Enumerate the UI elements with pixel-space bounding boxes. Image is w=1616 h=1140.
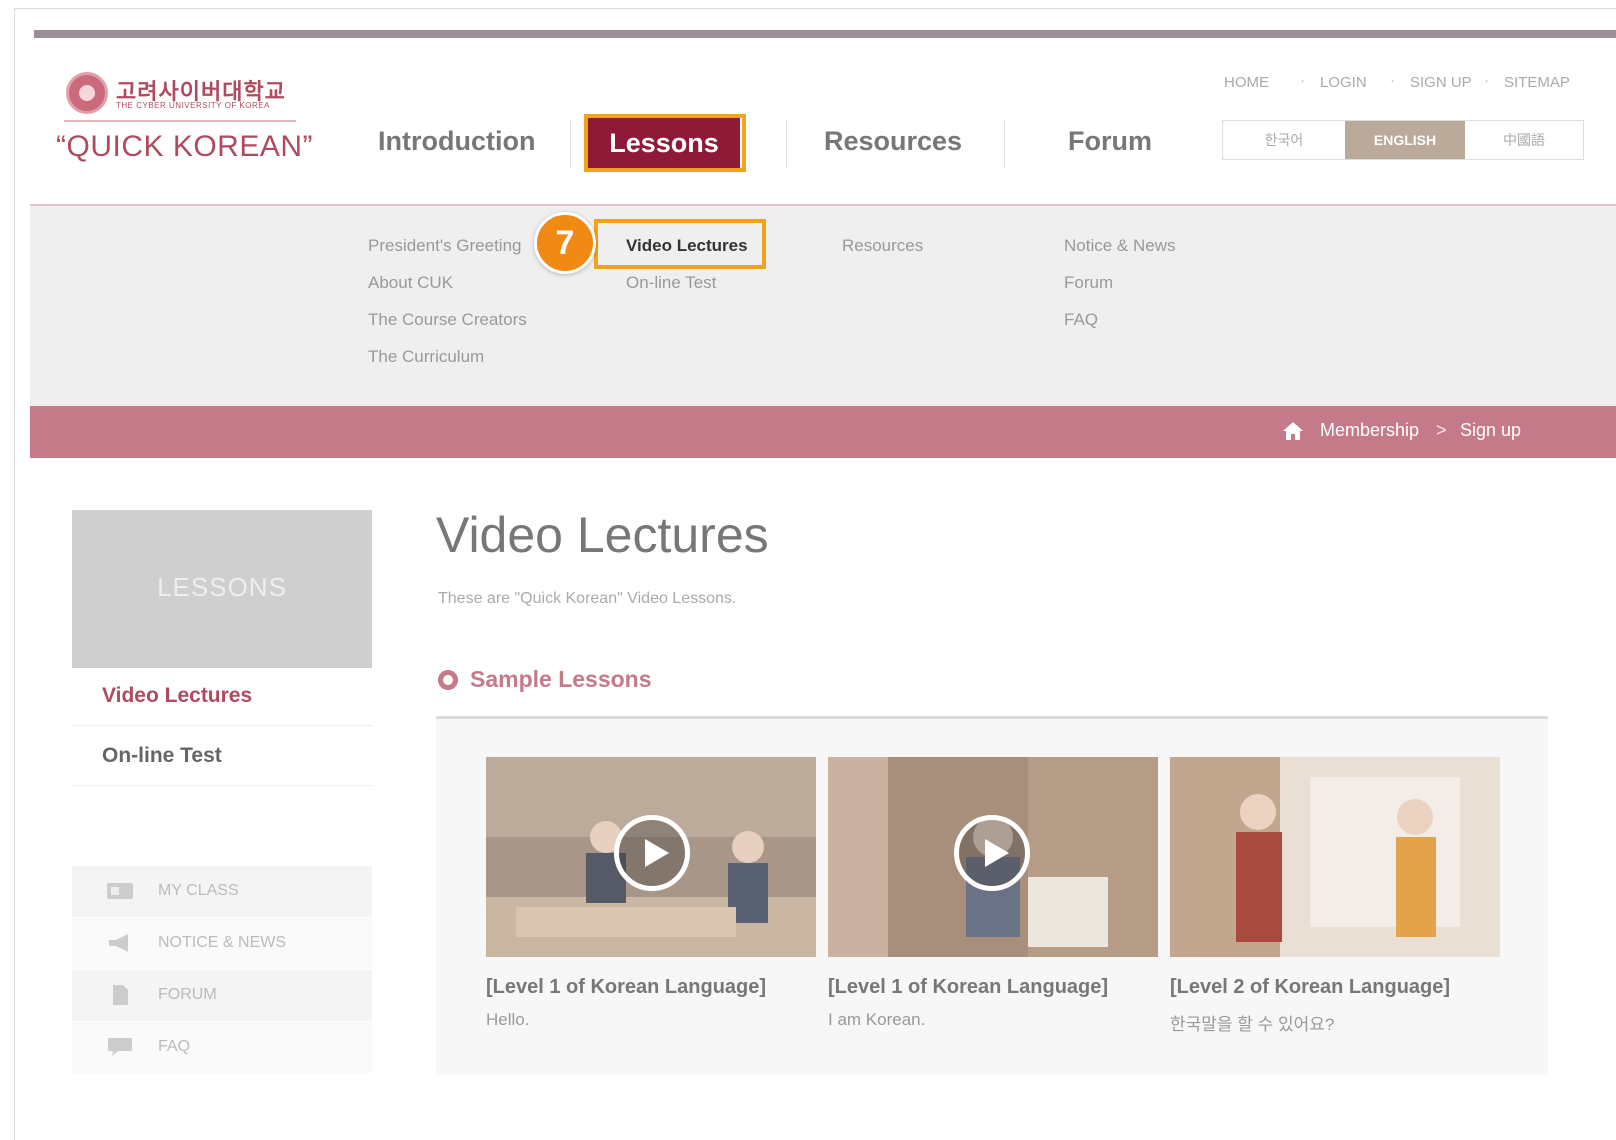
page-title: Video Lectures — [436, 507, 769, 563]
util-separator: · — [1484, 72, 1489, 89]
video-title-1[interactable]: [Level 1 of Korean Language] — [486, 976, 766, 999]
breadcrumb-separator: > — [1436, 420, 1447, 440]
submenu-resources[interactable]: Resources — [842, 236, 923, 256]
lang-english[interactable]: ENGLISH — [1345, 121, 1465, 159]
quick-links-list: MY CLASS NOTICE & NEWS FORUM FAQ — [72, 866, 372, 1074]
breadcrumb-current: Sign up — [1460, 420, 1522, 440]
sidebar-item-video-lectures[interactable]: Video Lectures — [72, 666, 372, 726]
quick-link-label: FORUM — [158, 986, 217, 1003]
logo-divider — [64, 120, 296, 122]
nav-forum[interactable]: Forum — [1068, 126, 1152, 157]
highlight-box-lessons — [584, 114, 746, 172]
video-thumbnail-image — [1170, 757, 1500, 957]
util-link-login[interactable]: LOGIN — [1320, 74, 1367, 91]
page-description: These are "Quick Korean" Video Lessons. — [438, 590, 737, 607]
submenu-presidents-greeting[interactable]: President's Greeting — [368, 236, 522, 256]
video-title-3[interactable]: [Level 2 of Korean Language] — [1170, 976, 1450, 999]
util-link-home[interactable]: HOME — [1224, 74, 1269, 91]
step-number-badge: 7 — [534, 212, 596, 274]
top-accent-bar — [34, 30, 1616, 38]
language-switcher: 한국어 ENGLISH 中國語 — [1222, 120, 1584, 160]
submenu-forum[interactable]: Forum — [1064, 273, 1113, 293]
section-title: Sample Lessons — [470, 666, 652, 692]
quick-link-label: NOTICE & NEWS — [158, 934, 287, 951]
nav-separator — [786, 120, 787, 168]
quick-link-notice-news[interactable]: NOTICE & NEWS — [72, 918, 372, 970]
quick-link-label: MY CLASS — [158, 882, 239, 899]
play-button-icon[interactable] — [954, 815, 1030, 891]
nav-separator — [570, 120, 571, 168]
submenu-faq[interactable]: FAQ — [1064, 310, 1098, 330]
nav-separator — [1004, 120, 1005, 168]
submenu-course-creators[interactable]: The Course Creators — [368, 310, 527, 330]
class-icon — [107, 883, 133, 899]
video-subtitle-1: Hello. — [486, 1010, 530, 1029]
sidebar-item-label: Video Lectures — [102, 684, 253, 707]
document-icon — [113, 985, 128, 1005]
video-thumbnail-1[interactable] — [486, 757, 816, 957]
logo-english-name: THE CYBER UNIVERSITY OF KOREA — [116, 101, 270, 110]
submenu-online-test[interactable]: On-line Test — [626, 273, 716, 293]
video-thumbnail-2[interactable] — [828, 757, 1158, 957]
quick-link-my-class[interactable]: MY CLASS — [72, 866, 372, 918]
submenu-about-cuk[interactable]: About CUK — [368, 273, 453, 293]
video-subtitle-2: I am Korean. — [828, 1010, 926, 1029]
play-button-icon[interactable] — [614, 815, 690, 891]
nav-introduction[interactable]: Introduction — [378, 126, 535, 157]
megaphone-icon — [109, 934, 128, 952]
util-separator: · — [1300, 72, 1305, 89]
chat-bubble-icon — [108, 1038, 132, 1056]
video-subtitle-3: 한국말을 할 수 있어요? — [1170, 1015, 1335, 1034]
mega-menu-panel — [30, 206, 1616, 406]
util-link-sitemap[interactable]: SITEMAP — [1504, 74, 1570, 91]
util-link-signup[interactable]: SIGN UP — [1410, 74, 1472, 91]
sidebar-item-online-test[interactable]: On-line Test — [72, 726, 372, 786]
quick-link-forum[interactable]: FORUM — [72, 970, 372, 1022]
ring-bullet-icon — [438, 670, 458, 690]
video-title-2[interactable]: [Level 1 of Korean Language] — [828, 976, 1108, 999]
highlight-box-video-lectures — [594, 219, 766, 269]
nav-resources[interactable]: Resources — [824, 126, 962, 157]
submenu-curriculum[interactable]: The Curriculum — [368, 347, 484, 367]
util-separator: · — [1390, 72, 1395, 89]
lang-korean[interactable]: 한국어 — [1223, 121, 1345, 159]
brand-quick-korean[interactable]: “QUICK KOREAN” — [56, 130, 313, 164]
breadcrumb-membership[interactable]: Membership — [1320, 420, 1419, 441]
sidebar-header-banner: LESSONS — [72, 510, 372, 668]
video-thumbnail-3[interactable] — [1170, 757, 1500, 957]
sidebar-header-title: LESSONS — [157, 572, 287, 602]
home-icon[interactable] — [1282, 420, 1304, 442]
submenu-notice-news[interactable]: Notice & News — [1064, 236, 1175, 256]
lang-chinese[interactable]: 中國語 — [1465, 121, 1583, 159]
sidebar-item-label: On-line Test — [102, 744, 222, 767]
quick-link-faq[interactable]: FAQ — [72, 1022, 372, 1074]
quick-link-label: FAQ — [158, 1038, 191, 1055]
university-emblem-icon[interactable] — [66, 72, 108, 114]
